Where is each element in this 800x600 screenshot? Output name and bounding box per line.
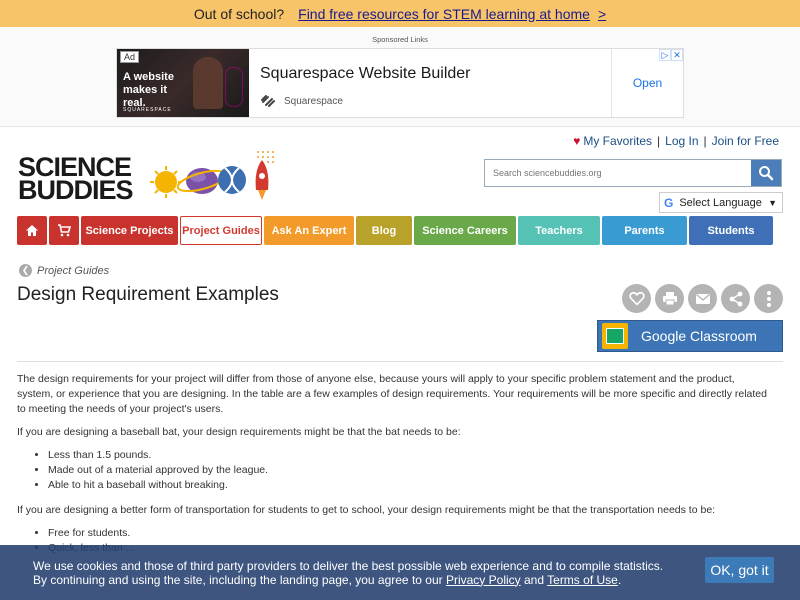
breadcrumb[interactable]: ❮ Project Guides	[19, 264, 109, 277]
list-item: Able to hit a baseball without breaking.	[48, 478, 773, 493]
cart-icon	[58, 224, 71, 237]
ad-info-icon[interactable]: ▷	[659, 49, 671, 61]
terms-of-use-link[interactable]: Terms of Use	[547, 573, 618, 587]
language-select[interactable]: G Select Language ▼	[659, 192, 783, 213]
ad-brand: Squarespace	[260, 93, 611, 109]
ad-tag: Ad	[120, 51, 140, 63]
list-item: Made out of a material approved by the l…	[48, 463, 773, 478]
promo-bar: Out of school? Find free resources for S…	[0, 0, 800, 27]
email-button[interactable]	[688, 284, 717, 313]
cookie-banner: We use cookies and those of third party …	[0, 545, 800, 600]
list-item: Less than 1.5 pounds.	[48, 448, 773, 463]
google-classroom-label: Google Classroom	[641, 328, 757, 344]
logo-science-icons	[150, 151, 274, 200]
nav-ask-an-expert[interactable]: Ask An Expert	[264, 216, 354, 245]
promo-arrow[interactable]: >	[598, 6, 606, 22]
ad-close-controls: ▷ ✕	[659, 49, 683, 61]
email-icon	[695, 293, 710, 304]
promo-link[interactable]: Find free resources for STEM learning at…	[298, 6, 590, 22]
account-links: ♥ My Favorites | Log In | Join for Free	[573, 134, 779, 148]
google-classroom-button[interactable]: Google Classroom	[597, 320, 783, 352]
join-link[interactable]: Join for Free	[712, 134, 779, 148]
cookie-line1: We use cookies and those of third party …	[33, 558, 664, 573]
bat-requirements-list: Less than 1.5 pounds. Made out of a mate…	[48, 448, 773, 493]
cookie-message: We use cookies and those of third party …	[33, 559, 663, 587]
ad-image-logo: SQUARESPACE	[123, 107, 172, 113]
nav-cart[interactable]	[49, 216, 79, 245]
heart-outline-icon	[628, 292, 645, 306]
search-input[interactable]	[485, 160, 751, 186]
nav-blog[interactable]: Blog	[356, 216, 412, 245]
chevron-down-icon: ▼	[768, 197, 777, 208]
search-icon	[759, 166, 774, 181]
nav-teachers[interactable]: Teachers	[518, 216, 600, 245]
divider	[17, 361, 783, 362]
nav-students[interactable]: Students	[689, 216, 773, 245]
more-vertical-icon	[766, 290, 771, 307]
ad-body[interactable]: Squarespace Website Builder Squarespace	[249, 49, 611, 117]
language-label: Select Language	[679, 196, 762, 209]
ad-brand-name: Squarespace	[284, 95, 343, 107]
google-icon: G	[664, 195, 674, 210]
breadcrumb-label[interactable]: Project Guides	[37, 265, 109, 277]
sponsored-label: Sponsored Links	[372, 35, 428, 44]
page-actions	[622, 284, 783, 313]
privacy-policy-link[interactable]: Privacy Policy	[446, 573, 521, 587]
ad-image-text: A website makes it real.	[123, 71, 174, 109]
ad-image[interactable]: Ad A website makes it real. SQUARESPACE	[117, 49, 249, 117]
ad-banner[interactable]: Ad A website makes it real. SQUARESPACE …	[116, 48, 684, 118]
squarespace-icon	[261, 95, 275, 107]
search-button[interactable]	[751, 160, 781, 186]
main-nav: Science Projects Project Guides Ask An E…	[17, 216, 783, 245]
nav-home[interactable]	[17, 216, 47, 245]
favorite-button[interactable]	[622, 284, 651, 313]
page-title: Design Requirement Examples	[17, 284, 279, 305]
print-icon	[662, 292, 677, 306]
chevron-left-icon: ❮	[19, 264, 32, 277]
share-icon	[729, 291, 742, 306]
site-search	[484, 159, 782, 187]
google-classroom-icon	[602, 323, 628, 349]
more-button[interactable]	[754, 284, 783, 313]
paragraph: If you are designing a better form of tr…	[17, 504, 716, 516]
heart-icon: ♥	[573, 134, 581, 148]
home-icon	[26, 225, 38, 236]
separator: |	[657, 134, 661, 148]
separator: |	[703, 134, 707, 148]
nav-science-projects[interactable]: Science Projects	[81, 216, 178, 245]
print-button[interactable]	[655, 284, 684, 313]
paragraph: If you are designing a baseball bat, you…	[17, 426, 461, 438]
article-content: The design requirements for your project…	[17, 372, 773, 566]
nav-project-guides[interactable]: Project Guides	[180, 216, 262, 245]
ad-title[interactable]: Squarespace Website Builder	[260, 65, 611, 83]
ad-figure	[193, 57, 223, 109]
list-item: Free for students.	[48, 526, 773, 541]
nav-parents[interactable]: Parents	[602, 216, 687, 245]
ad-figure-outline	[225, 67, 243, 107]
my-favorites-link[interactable]: My Favorites	[583, 134, 652, 148]
cookie-line2: By continuing and using the site, includ…	[33, 572, 622, 587]
promo-lead: Out of school?	[193, 5, 285, 22]
paragraph: The design requirements for your project…	[17, 373, 767, 415]
ad-close-icon[interactable]: ✕	[671, 49, 683, 61]
nav-science-careers[interactable]: Science Careers	[414, 216, 516, 245]
share-button[interactable]	[721, 284, 750, 313]
login-link[interactable]: Log In	[665, 134, 698, 148]
science-buddies-logo[interactable]: SCIENCE BUDDIES	[18, 150, 274, 205]
cookie-accept-button[interactable]: OK, got it	[705, 557, 774, 583]
